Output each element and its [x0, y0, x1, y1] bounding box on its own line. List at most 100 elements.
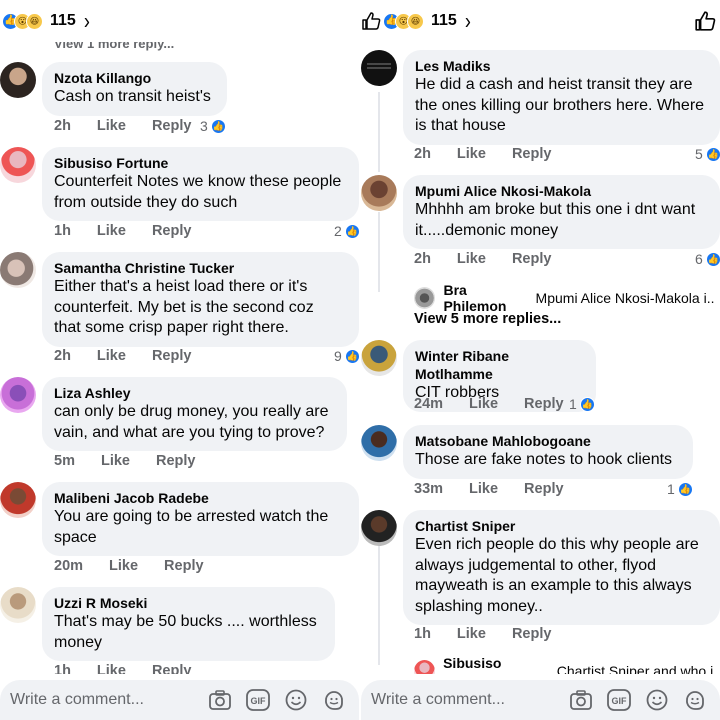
reply-button[interactable]: Reply — [524, 396, 564, 412]
like-button[interactable]: Like — [469, 396, 498, 412]
comment-time: 20m — [54, 558, 84, 574]
comment-time: 1h — [414, 626, 431, 642]
like-icon: 👍 — [677, 481, 693, 497]
comment-author[interactable]: Winter Ribane Motlhamme — [415, 347, 584, 383]
avatar[interactable] — [361, 50, 397, 86]
like-button[interactable]: Like — [97, 223, 126, 239]
gif-icon[interactable]: GIF — [245, 687, 271, 713]
comment-author[interactable]: Chartist Sniper — [415, 517, 708, 535]
chevron-right-icon[interactable]: › — [84, 7, 90, 34]
like-button[interactable]: Like — [457, 146, 486, 162]
reactions-bar[interactable]: 👍 😮 😆 115 › — [361, 0, 720, 42]
comment-reaction-count[interactable]: 3 👍 — [200, 118, 226, 134]
comment-text: He did a cash and heist transit they are — [415, 76, 693, 93]
like-button[interactable]: Like — [97, 348, 126, 364]
comment-text: vain, and what are you tying to prove? — [54, 423, 325, 441]
reply-preview[interactable]: Bra Philemon Mpumi Alice Nkosi-Makola i.… — [414, 282, 714, 314]
reply-text: Mpumi Alice Nkosi-Makola i... — [535, 290, 714, 306]
comment-author[interactable]: Nzota Killango — [54, 69, 215, 87]
comment-time: 2h — [414, 146, 431, 162]
comment-actions: 1h Like Reply — [54, 223, 217, 239]
reply-button[interactable]: Reply — [512, 251, 552, 267]
avatar[interactable] — [0, 377, 36, 413]
view-more-replies-link[interactable]: View 5 more replies... — [414, 311, 561, 327]
comment-author[interactable]: Sibusiso Fortune — [54, 154, 347, 172]
reply-button[interactable]: Reply — [152, 348, 192, 364]
like-outline-icon — [361, 11, 381, 31]
haha-icon: 😆 — [407, 12, 424, 30]
like-button[interactable]: Like — [97, 118, 126, 134]
camera-icon[interactable] — [568, 687, 594, 713]
comment-reaction-count[interactable]: 6 👍 — [695, 251, 720, 267]
reply-button[interactable]: Reply — [524, 481, 564, 497]
reaction-icons: 👍 😮 😆 — [383, 12, 424, 30]
comment-author[interactable]: Liza Ashley — [54, 384, 335, 402]
comment-input-placeholder[interactable]: Write a comment... — [371, 691, 568, 709]
comment-reaction-count[interactable]: 1 👍 — [667, 481, 693, 497]
comment-text: space — [54, 528, 97, 546]
comment-time: 2h — [54, 348, 71, 364]
like-button[interactable]: Like — [469, 481, 498, 497]
sticker-icon[interactable] — [682, 687, 708, 713]
comment-input-placeholder[interactable]: Write a comment... — [10, 691, 207, 709]
comment-text: Either that's a heist load there or it's — [54, 278, 308, 295]
left-comments-panel: 👍 😮 😆 115 › View 1 more reply... Nzota K… — [0, 0, 359, 720]
like-outline-icon[interactable] — [694, 10, 716, 32]
avatar[interactable] — [0, 587, 36, 623]
avatar[interactable] — [361, 340, 397, 376]
comment-bubble: Uzzi R Moseki That's may be 50 bucks ...… — [42, 587, 335, 661]
reply-button[interactable]: Reply — [164, 558, 204, 574]
comment-reaction-count[interactable]: 1 👍 — [569, 396, 595, 412]
thread-line — [378, 92, 380, 172]
comment-author[interactable]: Mpumi Alice Nkosi-Makola — [415, 182, 708, 200]
reply-button[interactable]: Reply — [156, 453, 196, 469]
comment-author[interactable]: Uzzi R Moseki — [54, 594, 323, 612]
reply-button[interactable]: Reply — [152, 118, 192, 134]
gif-icon[interactable]: GIF — [606, 687, 632, 713]
reply-button[interactable]: Reply — [512, 146, 552, 162]
comment-author[interactable]: Matsobane Mahlobogoane — [415, 432, 681, 450]
comment-actions: 33m Like Reply — [414, 481, 590, 497]
comment-text: mayweath is an example to this always — [415, 577, 692, 594]
comment-text: it.....demonic money — [415, 221, 559, 239]
reply-button[interactable]: Reply — [152, 223, 192, 239]
comment-bubble: Malibeni Jacob Radebe You are going to b… — [42, 482, 359, 556]
avatar[interactable] — [361, 175, 397, 211]
comment-input[interactable]: Write a comment... GIF — [0, 680, 359, 720]
emoji-icon[interactable] — [644, 687, 670, 713]
like-button[interactable]: Like — [101, 453, 130, 469]
comment-author[interactable]: Samantha Christine Tucker — [54, 259, 347, 277]
right-comments-panel: 👍 😮 😆 115 › Les Madiks He did a cash and… — [361, 0, 720, 720]
emoji-icon[interactable] — [283, 687, 309, 713]
reply-author[interactable]: Bra Philemon — [443, 282, 531, 314]
comment-reaction-count[interactable]: 5 👍 — [695, 146, 720, 162]
camera-icon[interactable] — [207, 687, 233, 713]
chevron-right-icon[interactable]: › — [465, 7, 471, 34]
comment-time: 2h — [54, 118, 71, 134]
reaction-count: 115 — [431, 12, 457, 29]
reply-button[interactable]: Reply — [512, 626, 552, 642]
comment-bubble: Nzota Killango Cash on transit heist's — [42, 62, 227, 116]
avatar[interactable] — [0, 482, 36, 518]
avatar[interactable] — [0, 62, 36, 98]
comment-reaction-count[interactable]: 2 👍 — [334, 223, 359, 239]
sticker-icon[interactable] — [321, 687, 347, 713]
comment-input[interactable]: Write a comment... GIF — [361, 680, 720, 720]
comment-actions: 20m Like Reply — [54, 558, 230, 574]
reactions-bar[interactable]: 👍 😮 😆 115 › — [0, 0, 359, 42]
avatar[interactable] — [0, 147, 36, 183]
comment-actions: 2h Like Reply — [414, 146, 577, 162]
comment-author[interactable]: Malibeni Jacob Radebe — [54, 489, 347, 507]
comment-reaction-count[interactable]: 9 👍 — [334, 348, 359, 364]
comment-text: Counterfeit Notes we know these people — [54, 173, 342, 190]
avatar[interactable] — [361, 510, 397, 546]
avatar — [414, 287, 436, 309]
like-button[interactable]: Like — [109, 558, 138, 574]
like-button[interactable]: Like — [457, 251, 486, 267]
avatar[interactable] — [0, 252, 36, 288]
comment-composer: Write a comment... GIF — [361, 674, 720, 720]
comment-author[interactable]: Les Madiks — [415, 57, 708, 75]
like-button[interactable]: Like — [457, 626, 486, 642]
avatar[interactable] — [361, 425, 397, 461]
comment-actions: 1h Like Reply — [414, 626, 577, 642]
